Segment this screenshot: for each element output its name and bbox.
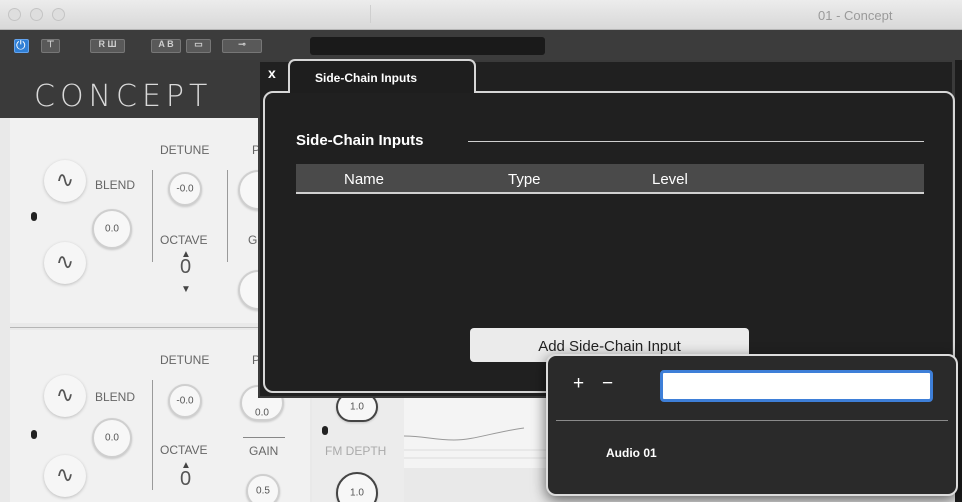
sine-wave-icon: ∿ (55, 382, 75, 407)
list-item-audio-01[interactable]: Audio 01 (606, 446, 657, 460)
osc1-detune-label: DETUNE (160, 143, 210, 157)
osc2-toggle[interactable] (31, 430, 37, 439)
ab-compare-button[interactable]: A B (151, 39, 181, 53)
osc1-wave-bottom[interactable]: ∿ (44, 242, 86, 284)
osc2-blend-knob[interactable]: 0.0 (92, 418, 132, 458)
column-header-type[interactable]: Type (508, 171, 541, 188)
bypass-button[interactable]: ⊤ (41, 39, 60, 53)
section-title: Side-Chain Inputs (296, 132, 424, 149)
window-controls (8, 8, 65, 21)
sine-wave-icon: ∿ (55, 249, 75, 274)
routing-glyph: ⊸ (238, 39, 246, 49)
preset-field[interactable] (310, 37, 545, 55)
window-button[interactable]: ▭ (186, 39, 211, 53)
osc2-gain-rule (243, 437, 285, 438)
osc1-divider-2 (227, 170, 228, 262)
osc1-detune-value: -0.0 (176, 183, 194, 195)
power-button[interactable] (14, 38, 29, 53)
window-title: 01 - Concept (818, 8, 893, 23)
dialog-close-button[interactable]: x (268, 65, 276, 81)
zoom-window-button[interactable] (52, 8, 65, 21)
osc2-wave-top[interactable]: ∿ (44, 375, 86, 417)
plugin-toolbar: ⊤ R Ш A B ▭ ⊸ (0, 30, 962, 60)
osc2-octave-value: 0 (180, 468, 192, 490)
osc1-gain-label: G (248, 233, 258, 247)
waveform-icon (404, 427, 549, 459)
osc1-blend-value: 0.0 (105, 223, 119, 235)
osc2-blend-value: 0.0 (105, 432, 119, 444)
osc2-gain-knob[interactable]: 0.5 (246, 474, 280, 502)
osc2-pitch-value: 0.0 (255, 407, 269, 419)
osc2-divider (152, 380, 153, 490)
screen: 01 - Concept ⊤ R Ш A B ▭ ⊸ CONCEPT DETUN… (0, 0, 962, 502)
concept-logo: CONCEPT (34, 79, 213, 114)
osc2-octave-label: OCTAVE (160, 443, 208, 457)
add-icon[interactable]: + (573, 373, 584, 395)
osc2-gain-value: 0.5 (256, 485, 270, 497)
osc1-blend-label: BLEND (95, 178, 136, 192)
osc2-gain-label: GAIN (249, 444, 279, 458)
osc1-blend-knob[interactable]: 0.0 (92, 209, 132, 249)
read-write-glyph: R Ш (98, 39, 117, 49)
osc1-octave-down-icon[interactable]: ▼ (181, 284, 191, 295)
osc1-octave-label: OCTAVE (160, 233, 208, 247)
read-write-button[interactable]: R Ш (90, 39, 125, 53)
osc2-wave-bottom[interactable]: ∿ (44, 455, 86, 497)
sine-wave-icon: ∿ (55, 462, 75, 487)
section-rule (468, 141, 924, 142)
fm-depth-label: FM DEPTH (325, 444, 387, 458)
popover-divider (556, 420, 948, 421)
window-titlebar: 01 - Concept (0, 0, 962, 30)
osc2-detune-knob[interactable]: -0.0 (168, 384, 202, 418)
titlebar-divider (370, 5, 371, 23)
osc2-detune-value: -0.0 (176, 395, 194, 407)
osc1-divider (152, 170, 153, 262)
close-window-button[interactable] (8, 8, 21, 21)
column-header-level[interactable]: Level (652, 171, 688, 188)
sine-wave-icon: ∿ (55, 167, 75, 192)
tab-side-chain-inputs[interactable]: Side-Chain Inputs (288, 59, 476, 93)
waveform-display (404, 398, 549, 468)
osc2-detune-label: DETUNE (160, 353, 210, 367)
osc2-blend-label: BLEND (95, 390, 136, 404)
fm-upper-value: 1.0 (350, 401, 364, 413)
remove-icon[interactable]: − (602, 373, 613, 395)
bypass-glyph: ⊤ (46, 39, 55, 49)
osc1-detune-knob[interactable]: -0.0 (168, 172, 202, 206)
osc1-octave-value: 0 (180, 256, 192, 278)
column-header-name[interactable]: Name (344, 171, 384, 188)
track-search-input[interactable] (660, 370, 933, 402)
osc1-wave-top[interactable]: ∿ (44, 160, 86, 202)
minimize-window-button[interactable] (30, 8, 43, 21)
ab-glyph: A B (158, 39, 174, 49)
fm-depth-value: 1.0 (350, 487, 364, 499)
routing-button[interactable]: ⊸ (222, 39, 262, 53)
fm-toggle[interactable] (322, 426, 328, 435)
osc1-toggle[interactable] (31, 212, 37, 221)
window-glyph: ▭ (194, 39, 203, 49)
side-chain-table-header: Name Type Level (296, 164, 924, 194)
